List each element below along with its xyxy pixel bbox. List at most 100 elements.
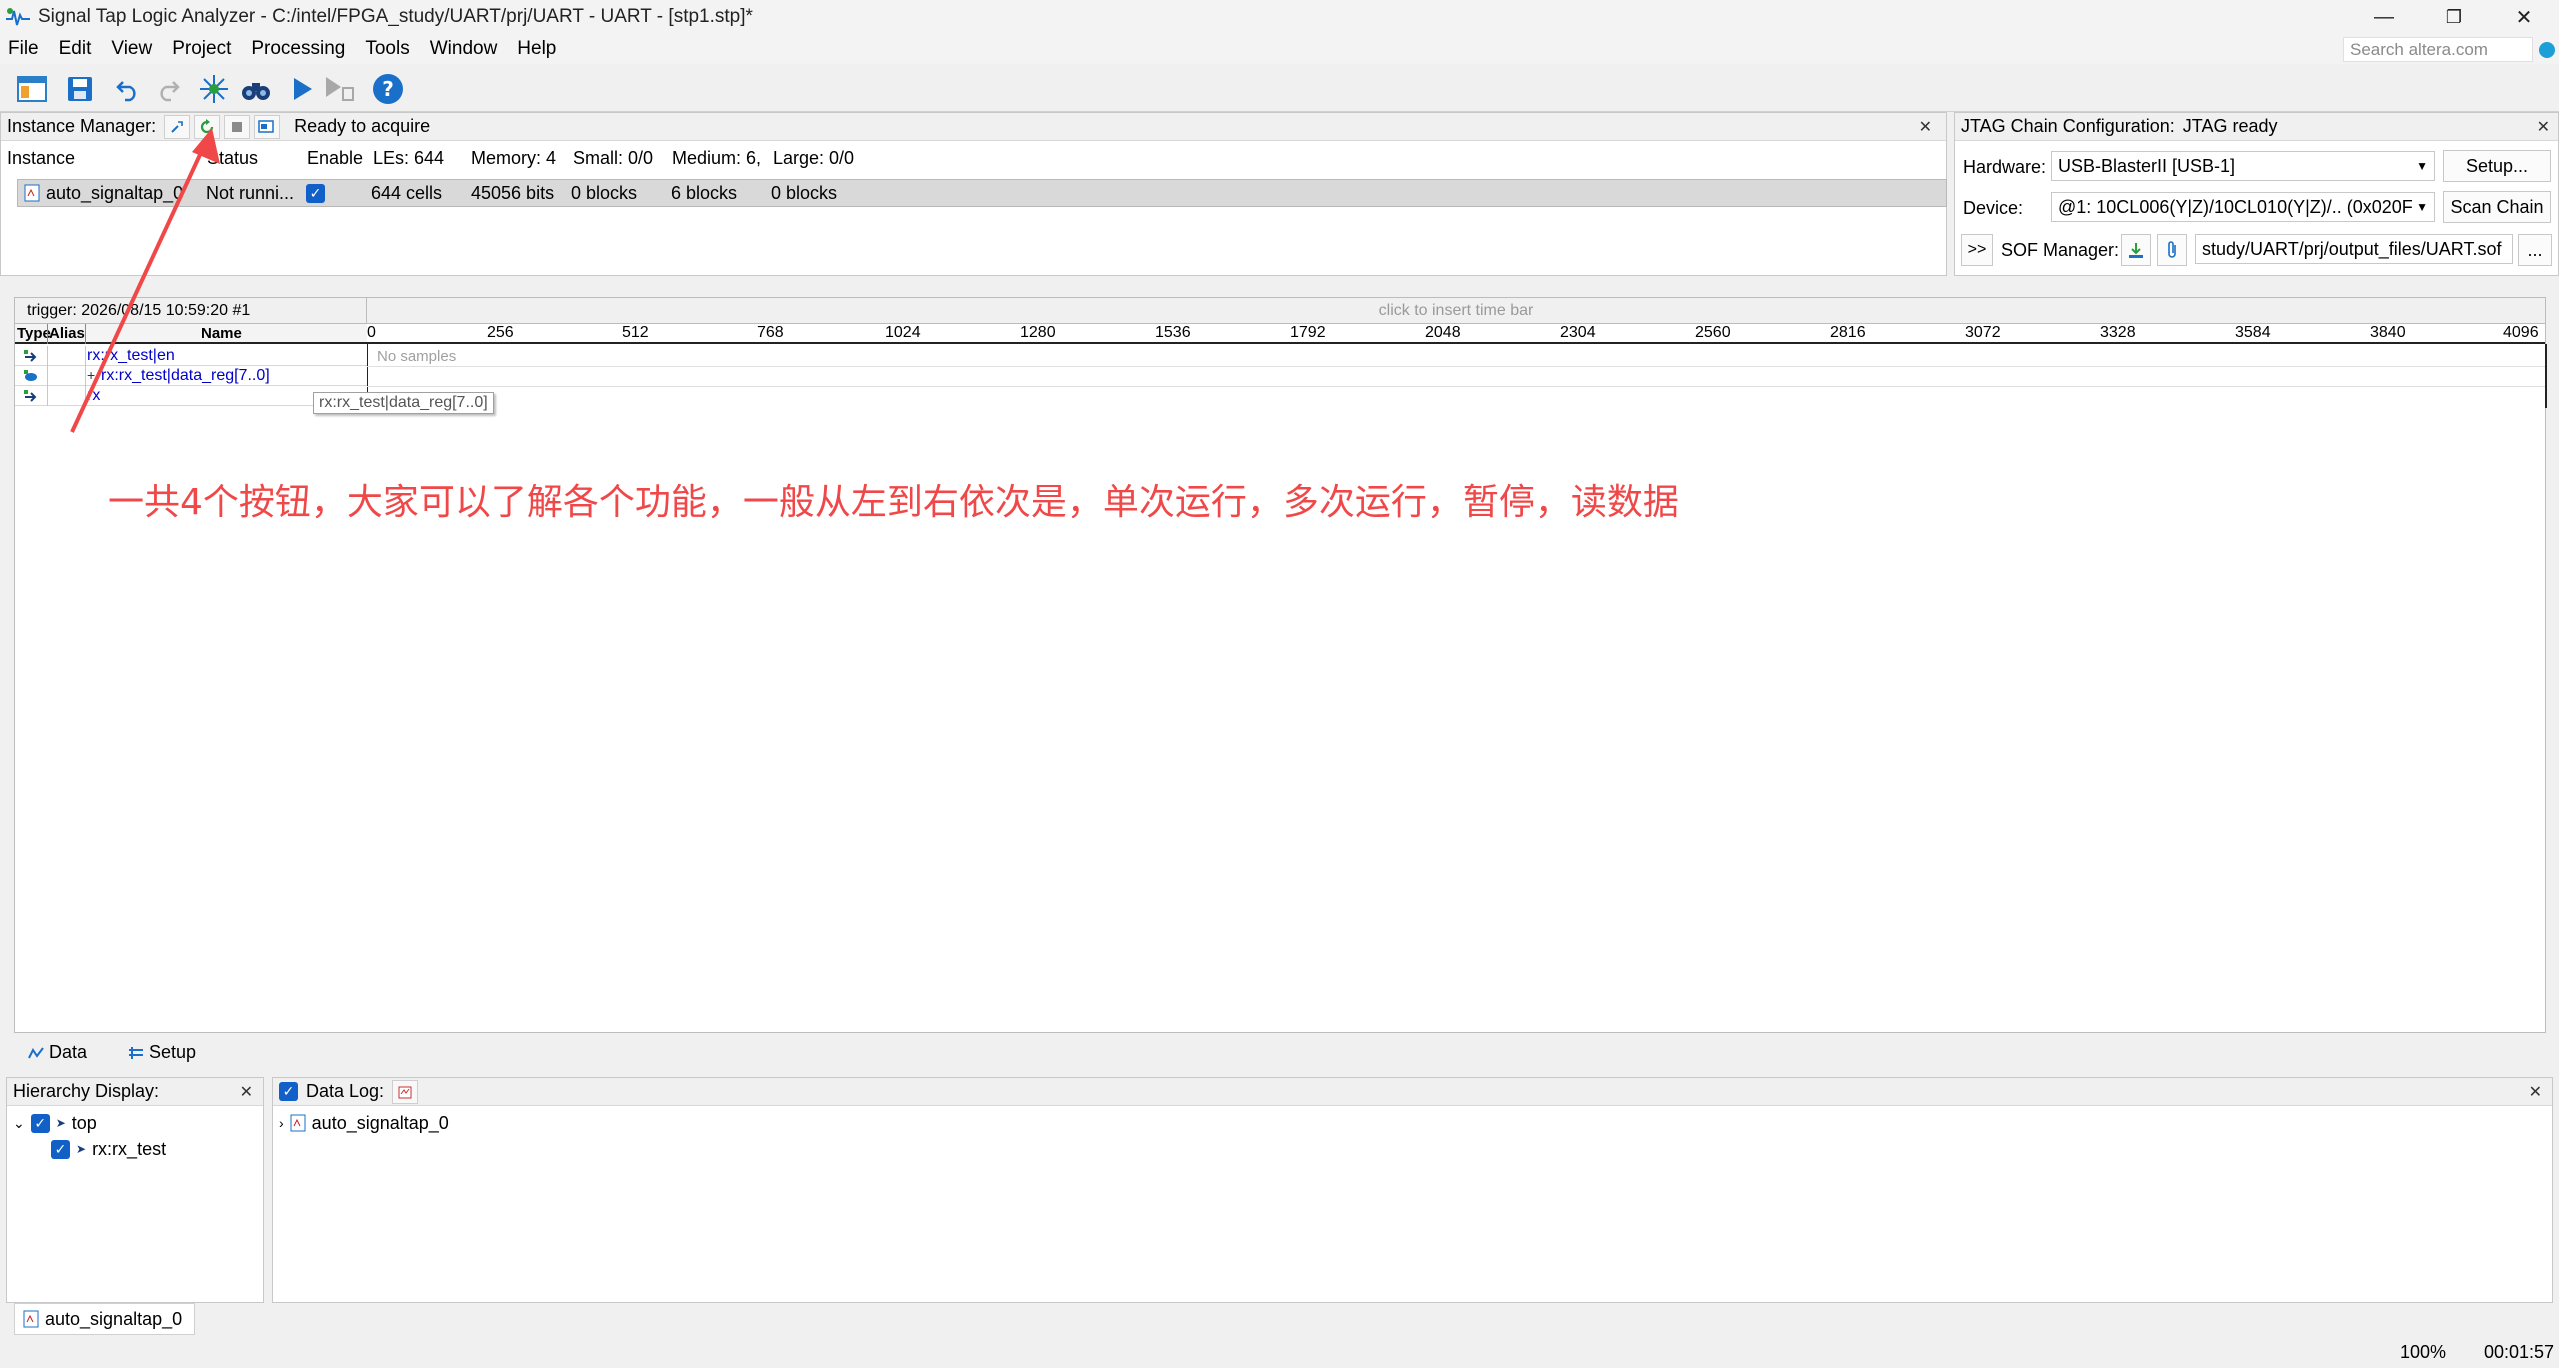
- chevron-right-icon[interactable]: ›: [279, 1115, 284, 1131]
- read-data-icon[interactable]: [254, 114, 281, 139]
- menu-tools[interactable]: Tools: [355, 38, 419, 60]
- node-finder-icon[interactable]: [196, 72, 232, 106]
- program-device-icon[interactable]: [2121, 234, 2151, 266]
- tree-node-top[interactable]: ⌄ ✓ ➤ top: [13, 1112, 97, 1134]
- data-log-options-icon[interactable]: [392, 1079, 419, 1104]
- col-large: Large: 0/0: [773, 148, 855, 168]
- col-status: Status: [207, 148, 259, 168]
- signal-name: rx:rx_test|data_reg[7..0]: [101, 367, 270, 384]
- data-log-panel: ✓ Data Log: ✕ › auto_signaltap_0: [272, 1077, 2553, 1303]
- jtag-status: JTAG ready: [2182, 116, 2278, 136]
- row-status: Not runni...: [206, 183, 295, 203]
- menu-window[interactable]: Window: [420, 38, 508, 60]
- tree-node-rx-test[interactable]: ✓ ➤ rx:rx_test: [51, 1138, 166, 1160]
- tree-label-top: top: [71, 1112, 97, 1133]
- redo-icon[interactable]: [150, 72, 186, 106]
- run-analysis-icon[interactable]: [284, 72, 320, 106]
- tab-data[interactable]: Data: [14, 1037, 102, 1067]
- data-log-checkbox[interactable]: ✓: [279, 1082, 298, 1101]
- device-select[interactable]: @1: 10CL006(Y|Z)/10CL010(Y|Z)/.. (0x020F…: [2051, 192, 2435, 222]
- instance-file-icon: [24, 184, 40, 202]
- top-checkbox[interactable]: ✓: [30, 1113, 50, 1133]
- sof-path-field[interactable]: study/UART/prj/output_files/UART.sof: [2195, 234, 2513, 264]
- waveform-icon: [28, 1047, 44, 1059]
- setup-button[interactable]: Setup...: [2443, 150, 2551, 182]
- menu-edit[interactable]: Edit: [49, 38, 102, 60]
- menu-bar: File Edit View Project Processing Tools …: [0, 34, 2559, 64]
- close-window-button[interactable]: ✕: [2489, 0, 2559, 34]
- sof-expand-button[interactable]: >>: [1961, 234, 1993, 266]
- input-pin-icon: [24, 390, 37, 402]
- data-log-label: Data Log:: [306, 1081, 385, 1101]
- signal-name: rx: [87, 387, 101, 404]
- tab-setup[interactable]: Setup: [114, 1037, 210, 1067]
- help-icon[interactable]: ?: [370, 72, 406, 106]
- tick-label: 3072: [1965, 324, 2001, 341]
- tick-label: 512: [622, 324, 649, 341]
- signal-row[interactable]: + rx:rx_test|data_reg[7..0]: [15, 366, 367, 386]
- scan-chain-button[interactable]: Scan Chain: [2443, 191, 2551, 223]
- search-input[interactable]: Search altera.com: [2343, 37, 2533, 62]
- instance-manager-close-icon[interactable]: ✕: [1919, 117, 1932, 137]
- time-bar-hint[interactable]: click to insert time bar: [367, 298, 2545, 324]
- no-samples-text: No samples: [377, 348, 457, 365]
- tick-label: 2816: [1830, 324, 1866, 341]
- col-instance: Instance: [7, 148, 76, 168]
- signal-column-header: Type Alias Name: [15, 324, 367, 344]
- run-once-icon[interactable]: [164, 114, 191, 139]
- instance-row[interactable]: auto_signaltap_0 Not runni... ✓ 644 cell…: [17, 179, 1947, 207]
- instance-tab[interactable]: auto_signaltap_0: [14, 1303, 196, 1335]
- tick-label: 2560: [1695, 324, 1731, 341]
- data-log-item[interactable]: › auto_signaltap_0: [279, 1112, 449, 1134]
- signal-row[interactable]: rx:rx_test|en: [15, 346, 367, 366]
- data-log-close-icon[interactable]: ✕: [2529, 1082, 2542, 1102]
- binoculars-icon[interactable]: [238, 72, 274, 106]
- sof-manager-label: SOF Manager:: [2001, 240, 2120, 260]
- status-bar: auto_signaltap_0 100% 00:01:57: [0, 1303, 2559, 1368]
- annotation-text: 一共4个按钮，大家可以了解各个功能，一般从左到右依次是，单次运行，多次运行，暂停…: [108, 482, 1679, 523]
- maximize-button[interactable]: ❐: [2419, 0, 2489, 34]
- project-navigator-icon[interactable]: [14, 72, 50, 106]
- chevron-down-icon[interactable]: ⌄: [13, 1115, 25, 1132]
- tick-label: 1536: [1155, 324, 1191, 341]
- col-type: Type: [17, 325, 51, 342]
- menu-help[interactable]: Help: [507, 38, 566, 60]
- undo-icon[interactable]: [110, 72, 146, 106]
- expand-icon[interactable]: +: [87, 367, 95, 383]
- minimize-button[interactable]: —: [2349, 0, 2419, 34]
- stop-icon[interactable]: [224, 114, 251, 139]
- col-medium: Medium: 6,: [672, 148, 762, 168]
- menu-view[interactable]: View: [101, 38, 162, 60]
- autorun-icon[interactable]: [194, 114, 221, 139]
- toolbar: ?: [0, 64, 2559, 112]
- col-name: Name: [201, 325, 242, 342]
- attach-file-icon[interactable]: [2157, 234, 2187, 266]
- timeline-ruler: 0 256 512 768 1024 1280 1536 1792 2048 2…: [367, 324, 2545, 344]
- menu-processing[interactable]: Processing: [241, 38, 355, 60]
- autorun-disabled-icon[interactable]: [322, 72, 358, 106]
- jtag-close-icon[interactable]: ✕: [2537, 117, 2550, 137]
- menu-project[interactable]: Project: [162, 38, 241, 60]
- hierarchy-close-icon[interactable]: ✕: [240, 1082, 253, 1102]
- col-small: Small: 0/0: [573, 148, 654, 168]
- menu-file[interactable]: File: [0, 38, 49, 60]
- sof-browse-button[interactable]: ...: [2518, 234, 2552, 266]
- col-enable: Enable: [307, 148, 364, 168]
- tick-label: 2048: [1425, 324, 1461, 341]
- tick-label: 0: [367, 324, 376, 341]
- row-enable-checkbox[interactable]: ✓: [306, 184, 325, 203]
- tick-label: 256: [487, 324, 514, 341]
- svg-text:?: ?: [382, 77, 394, 101]
- tick-label: 3840: [2370, 324, 2406, 341]
- rx-test-checkbox[interactable]: ✓: [51, 1139, 70, 1159]
- save-icon[interactable]: [62, 72, 98, 106]
- device-label: Device:: [1963, 198, 2024, 218]
- tree-label-rx-test: rx:rx_test: [92, 1138, 167, 1159]
- module-icon: ➤: [55, 1116, 66, 1130]
- elapsed-time: 00:01:57: [2484, 1342, 2555, 1362]
- hardware-select[interactable]: USB-BlasterII [USB-1] ▼: [2051, 151, 2435, 181]
- row-les: 644 cells: [371, 183, 443, 203]
- instance-file-icon: [290, 1114, 306, 1132]
- search-icon[interactable]: [2539, 42, 2555, 58]
- zoom-level: 100%: [2400, 1342, 2447, 1362]
